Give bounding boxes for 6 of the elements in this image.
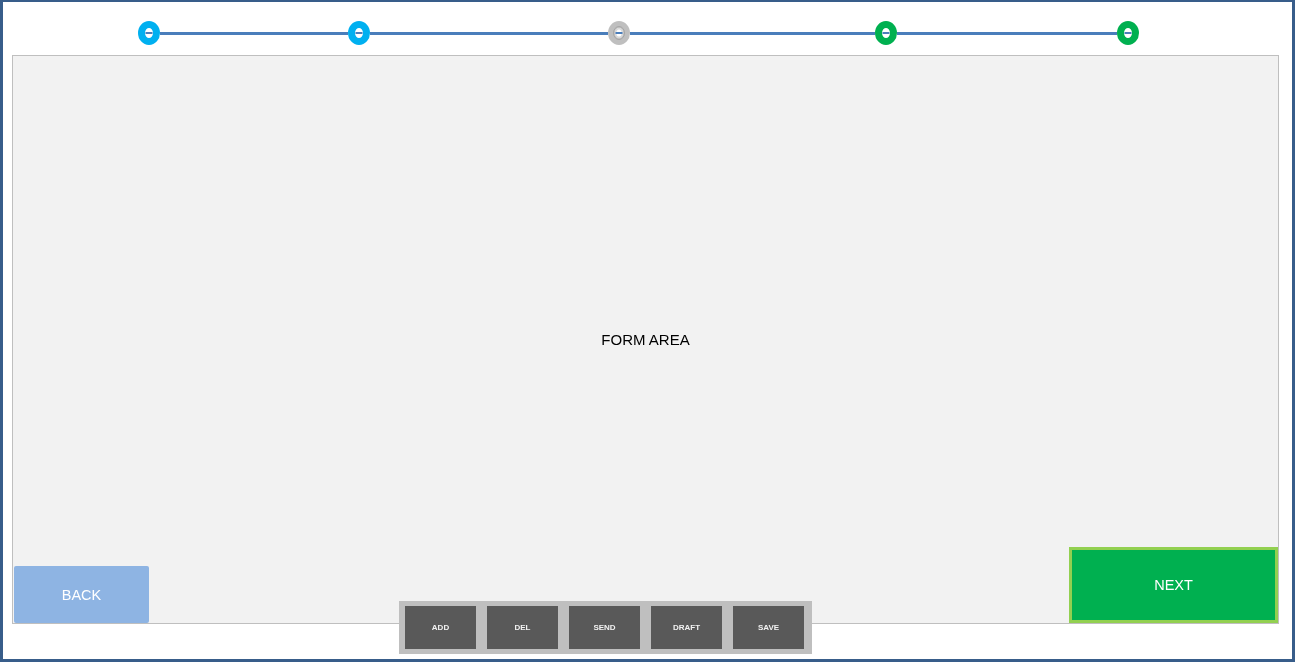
toolbar-button[interactable]: SEND xyxy=(569,606,640,649)
toolbar-button[interactable]: SAVE xyxy=(733,606,804,649)
toolbar-button[interactable]: DEL xyxy=(487,606,558,649)
form-area-label: FORM AREA xyxy=(601,331,690,348)
toolbar-button[interactable]: DRAFT xyxy=(651,606,722,649)
toolbar-button[interactable]: ADD xyxy=(405,606,476,649)
